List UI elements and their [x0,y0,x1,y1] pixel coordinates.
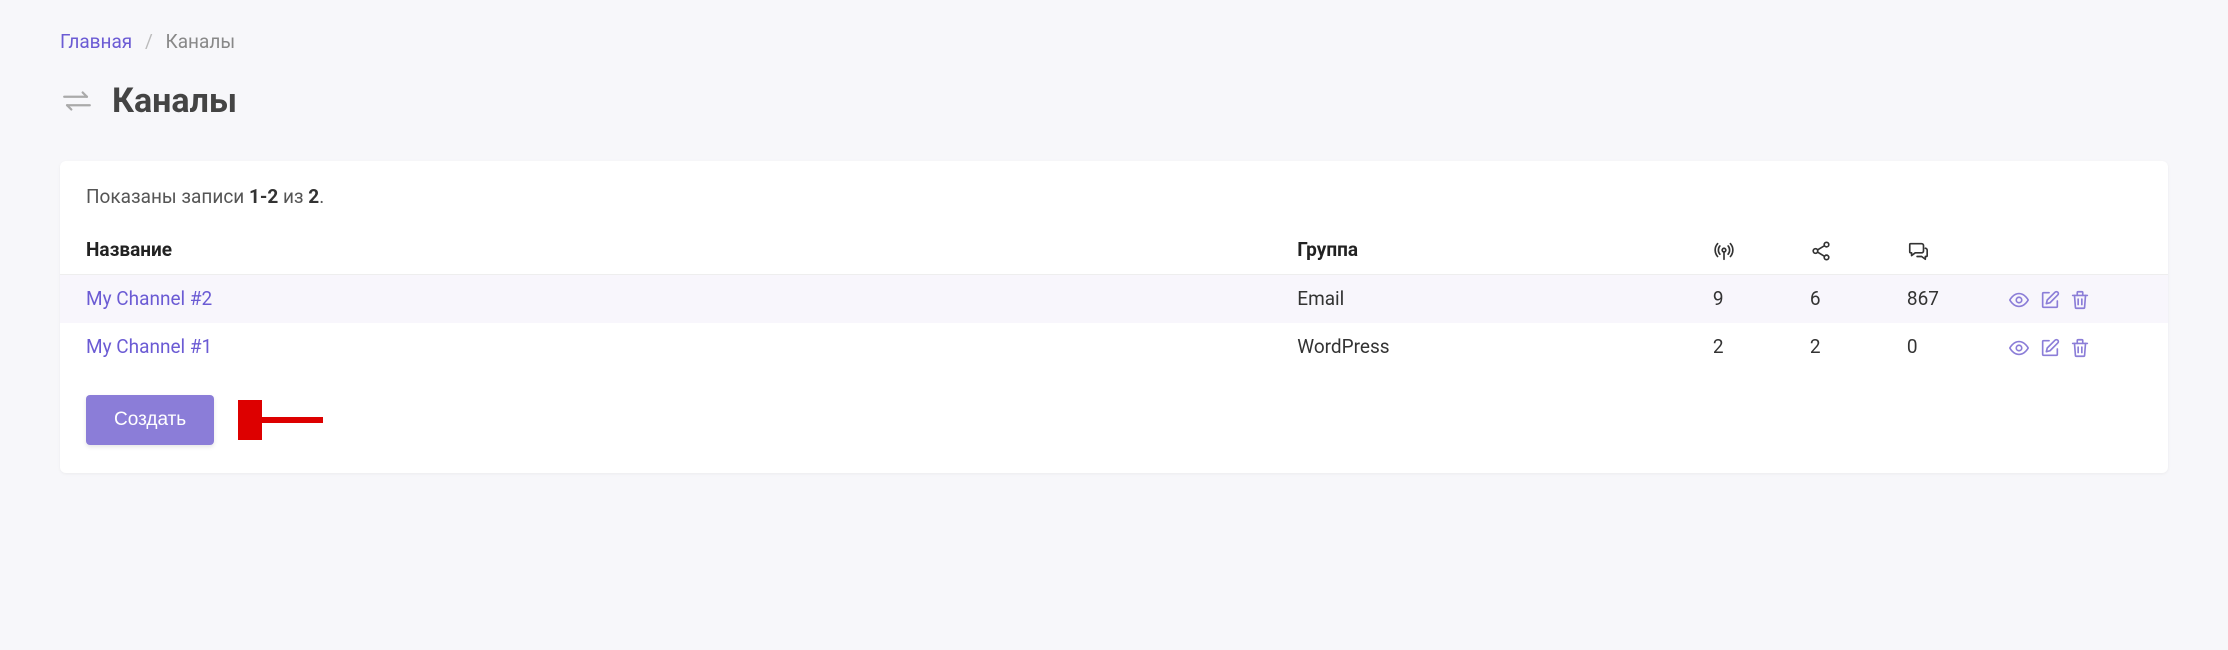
breadcrumb-separator: / [145,30,153,53]
table-row: My Channel #2 Email 9 6 867 [60,274,2168,322]
page-title: Каналы [112,81,237,121]
edit-icon[interactable] [2039,289,2061,311]
channel-name-link[interactable]: My Channel #1 [86,335,212,358]
row-actions [1986,274,2168,322]
comments-icon [1907,238,1929,261]
channel-group-cell: Email [1279,274,1695,322]
channel-share-count: 2 [1792,323,1889,371]
channel-group-cell: WordPress [1279,323,1695,371]
content-card: Показаны записи 1-2 из 2. Название Групп… [60,161,2168,473]
channel-comments-count: 0 [1889,323,1986,371]
col-header-actions [1986,226,2168,274]
view-icon[interactable] [2008,289,2030,311]
channel-share-count: 6 [1792,274,1889,322]
swap-arrows-icon [60,84,94,118]
records-summary: Показаны записи 1-2 из 2. [60,185,2168,226]
channel-comments-count: 867 [1889,274,1986,322]
table-header-row: Название Группа [60,226,2168,274]
table-row: My Channel #1 WordPress 2 2 0 [60,323,2168,371]
col-header-group[interactable]: Группа [1279,226,1695,274]
channel-broadcast-count: 9 [1695,274,1792,322]
broadcast-icon [1713,238,1735,261]
delete-icon[interactable] [2069,289,2091,311]
col-header-broadcast[interactable] [1695,226,1792,274]
view-icon[interactable] [2008,337,2030,359]
delete-icon[interactable] [2069,337,2091,359]
channel-broadcast-count: 2 [1695,323,1792,371]
create-button[interactable]: Создать [86,395,214,445]
col-header-name[interactable]: Название [60,226,1279,274]
col-header-share[interactable] [1792,226,1889,274]
col-header-comments[interactable] [1889,226,1986,274]
breadcrumb: Главная / Каналы [60,30,2168,53]
share-icon [1810,238,1832,261]
channels-table: Название Группа [60,226,2168,371]
annotation-arrow-icon [238,400,328,440]
channel-name-link[interactable]: My Channel #2 [86,287,212,310]
row-actions [1986,323,2168,371]
breadcrumb-home-link[interactable]: Главная [60,30,132,53]
breadcrumb-current: Каналы [166,30,236,53]
edit-icon[interactable] [2039,337,2061,359]
page-title-row: Каналы [60,81,2168,121]
